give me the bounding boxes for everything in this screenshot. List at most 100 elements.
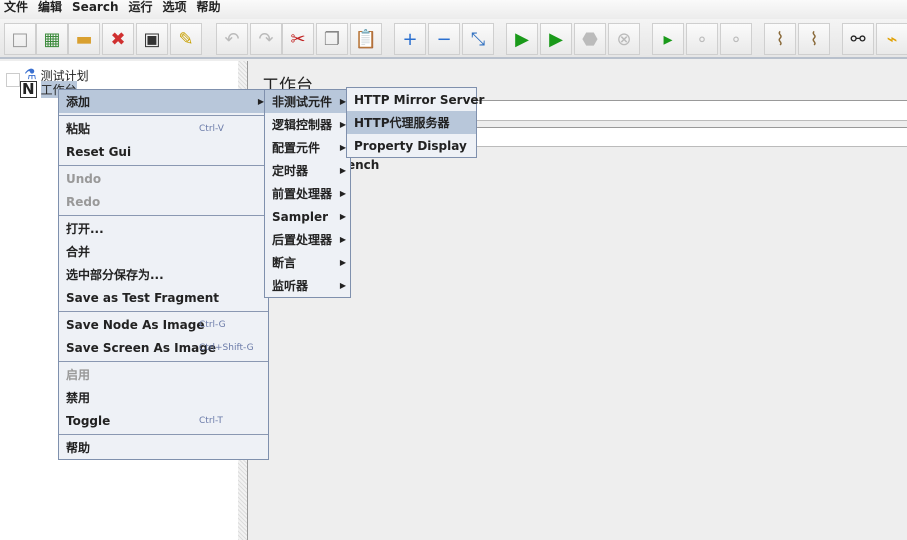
submenu-arrow-icon: ▶ — [339, 212, 346, 221]
shutdown-icon: ⊗ — [616, 28, 632, 50]
templates-button[interactable]: ▦ — [36, 23, 68, 55]
cut-button[interactable]: ✂ — [282, 23, 314, 55]
reset-search-icon: ⌁ — [886, 28, 898, 50]
menu-separator — [59, 311, 268, 312]
collapse-button[interactable]: − — [428, 23, 460, 55]
save-as-icon: ✎ — [178, 28, 194, 50]
menu-item[interactable]: Toggle Ctrl-T — [59, 409, 268, 432]
menu-item[interactable]: 非测试元件 ▶ — [265, 90, 350, 113]
save-icon: ▣ — [143, 28, 161, 50]
search-icon: ⚯ — [850, 28, 866, 50]
remote-shutdown-button[interactable]: ∘ — [720, 23, 752, 55]
start-icon: ▶ — [515, 28, 529, 50]
menu-separator — [59, 215, 268, 216]
menu-item[interactable]: 前置处理器 ▶ — [265, 182, 350, 205]
menu-item[interactable]: Reset Gui — [59, 140, 268, 163]
save-button[interactable]: ▣ — [136, 23, 168, 55]
menu-item[interactable]: 逻辑控制器 ▶ — [265, 113, 350, 136]
menu-item-label: 断言 — [272, 256, 297, 270]
menu-item-label: HTTP代理服务器 — [354, 116, 450, 130]
menu-item-label: Reset Gui — [66, 144, 132, 159]
new-button[interactable]: □ — [4, 23, 36, 55]
menu-item[interactable]: 断言 ▶ — [265, 251, 350, 274]
menu-item[interactable]: Property Display — [347, 134, 476, 157]
menu-item[interactable]: 定时器 ▶ — [265, 159, 350, 182]
non-test-elements-submenu: HTTP Mirror Server HTTP代理服务器 Property Disp… — [346, 87, 484, 158]
menu-bar: 文件 编辑 Search 运行 选项 帮助 — [0, 0, 907, 19]
menu-item[interactable]: Save Node As Image Ctrl-G — [59, 313, 268, 336]
menu-item[interactable]: 后置处理器 ▶ — [265, 228, 350, 251]
menu-item[interactable]: Undo — [59, 167, 268, 190]
paste-button[interactable]: 📋 — [350, 23, 382, 55]
submenu-arrow-icon: ▶ — [339, 166, 346, 175]
menu-item-label: 打开... — [66, 222, 104, 236]
submenu-arrow-icon: ▶ — [339, 189, 346, 198]
menu-item-label: 后置处理器 — [272, 233, 333, 247]
menu-item-label: Property Display — [354, 138, 467, 153]
context-menu: 添加 ▶ 粘贴 Ctrl-V Reset Gui Undo Redo 打开... 合并 选中部分保… — [58, 89, 269, 460]
menu-item[interactable]: HTTP Mirror Server — [347, 88, 484, 111]
toggle-icon: ⤡ — [470, 28, 486, 50]
expand-button[interactable]: + — [394, 23, 426, 55]
menu-item[interactable]: Redo — [59, 190, 268, 213]
menu-item[interactable]: 打开... — [59, 217, 268, 240]
menu-search[interactable]: Search — [68, 0, 124, 19]
reset-search-button[interactable]: ⌁ — [876, 23, 907, 55]
clear-button[interactable]: ⌇ — [764, 23, 796, 55]
menu-item[interactable]: 合并 — [59, 240, 268, 263]
menu-item-label: Undo — [66, 171, 102, 186]
menu-item[interactable]: 粘贴 Ctrl-V — [59, 117, 268, 140]
templates-icon: ▦ — [43, 28, 61, 50]
submenu-arrow-icon: ▶ — [339, 235, 346, 244]
remote-shutdown-icon: ∘ — [730, 28, 742, 50]
open-icon: ▬ — [75, 28, 93, 50]
menu-item-label: Save Screen As Image — [66, 340, 216, 355]
save-as-button[interactable]: ✎ — [170, 23, 202, 55]
stop-button[interactable]: ⬣ — [574, 23, 606, 55]
paste-icon: 📋 — [354, 28, 378, 50]
menu-item-label: Save as Test Fragment — [66, 290, 220, 305]
menu-item-label: Save Node As Image — [66, 317, 205, 332]
menu-item-label: Redo — [66, 194, 101, 209]
close-button[interactable]: ✖ — [102, 23, 134, 55]
menu-item-label: 非测试元件 — [272, 95, 333, 109]
shutdown-button[interactable]: ⊗ — [608, 23, 640, 55]
menu-item-label: 粘贴 — [66, 122, 91, 136]
menu-4[interactable]: 选项 — [159, 0, 193, 19]
menu-item-label: 定时器 — [272, 164, 309, 178]
start-button[interactable]: ▶ — [506, 23, 538, 55]
start-no-pause-button[interactable]: ▶ — [540, 23, 572, 55]
menu-item[interactable]: 启用 — [59, 363, 268, 386]
menu-separator — [59, 115, 268, 116]
menu-0[interactable]: 文件 — [0, 0, 34, 19]
open-button[interactable]: ▬ — [68, 23, 100, 55]
menu-item[interactable]: 监听器 ▶ — [265, 274, 350, 297]
clear-all-button[interactable]: ⌇ — [798, 23, 830, 55]
menu-item[interactable]: 添加 ▶ — [59, 90, 268, 113]
redo-button[interactable]: ↷ — [250, 23, 282, 55]
remote-start-button[interactable]: ▸ — [652, 23, 684, 55]
menu-3[interactable]: 运行 — [124, 0, 158, 19]
new-icon: □ — [11, 28, 29, 50]
cut-icon: ✂ — [290, 28, 306, 50]
menu-item[interactable]: 禁用 — [59, 386, 268, 409]
remote-stop-button[interactable]: ∘ — [686, 23, 718, 55]
undo-button[interactable]: ↶ — [216, 23, 248, 55]
menu-item[interactable]: HTTP代理服务器 — [347, 111, 476, 134]
menu-5[interactable]: 帮助 — [193, 0, 227, 19]
search-button[interactable]: ⚯ — [842, 23, 874, 55]
menu-item[interactable]: 配置元件 ▶ — [265, 136, 350, 159]
menu-1[interactable]: 编辑 — [34, 0, 68, 19]
copy-button[interactable]: ❐ — [316, 23, 348, 55]
stop-icon: ⬣ — [582, 28, 598, 50]
toolbar: □ ▦ ▬ ✖ ▣ ✎ ↶ ↷ ✂ ❐ 📋 + − ⤡ ▶ ▶ ⬣ ⊗ ▸ ∘ ∘ ⌇ ⌇ ⚯ ⌁ — [0, 19, 907, 59]
menu-item[interactable]: Save as Test Fragment — [59, 286, 268, 309]
menu-item[interactable]: Sampler ▶ — [265, 205, 350, 228]
menu-item[interactable]: 帮助 — [59, 436, 268, 459]
menu-item-label: 禁用 — [66, 391, 91, 405]
redo-icon: ↷ — [258, 28, 274, 50]
toggle-button[interactable]: ⤡ — [462, 23, 494, 55]
menu-separator — [59, 165, 268, 166]
menu-item[interactable]: 选中部分保存为... — [59, 263, 268, 286]
menu-item[interactable]: Save Screen As Image Ctrl+Shift-G — [59, 336, 268, 359]
